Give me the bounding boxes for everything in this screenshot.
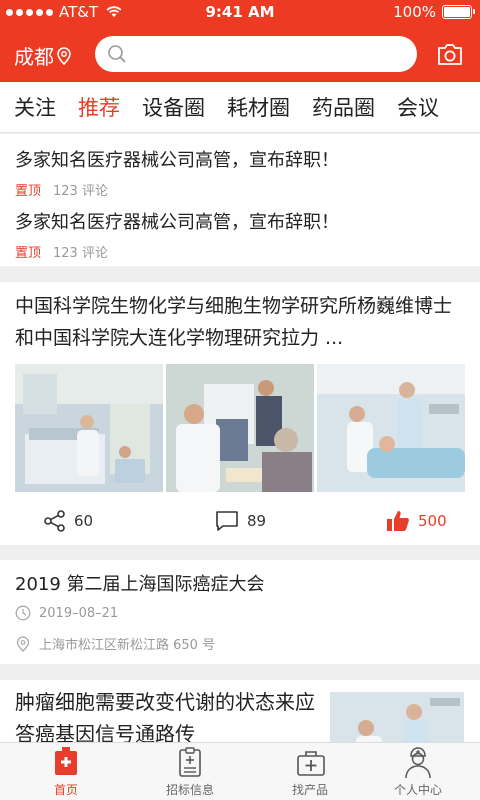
clipboard-icon [179,747,201,777]
feature-news-title: 中国科学院生物化学与细胞生物学研究所杨巍维博士和中国科学院大连化学物理研究拉力 … [15,295,453,349]
search-input[interactable] [135,42,405,66]
nav-label: 招标信息 [165,783,214,797]
nav-label: 首页 [53,783,78,797]
news-title: 多家知名医疗器械公司高管，宣布辞职！ [15,150,339,171]
search-icon [108,45,126,63]
home-icon [55,747,77,775]
comment-button[interactable]: 89 [215,510,266,532]
location-pin-icon [16,635,30,652]
battery-percent: 100% [393,3,436,21]
city-label: 成都 [14,45,54,69]
category-tabs: 关注 推荐 设备圈 耗材圈 药品圈 会议 [0,82,480,133]
thumbs-up-icon [387,511,409,531]
tab-drugs[interactable]: 药品圈 [312,92,375,122]
share-count: 60 [74,512,94,530]
feature-actions: 60 89 500 [0,510,480,538]
status-bar: AT&T 9:41 AM 100% [0,0,480,24]
tab-equipment[interactable]: 设备圈 [142,92,205,122]
tab-recommend[interactable]: 推荐 [78,92,120,122]
share-icon [44,510,65,532]
news-title: 多家知名医疗器械公司高管，宣布辞职！ [15,212,339,233]
comment-count: 89 [247,512,267,530]
nav-label: 个人中心 [393,783,442,797]
news-photo[interactable] [15,364,163,492]
tab-follow[interactable]: 关注 [14,92,56,122]
comment-count: 123 评论 [53,246,108,261]
like-button[interactable]: 500 [386,510,447,532]
tab-consumables[interactable]: 耗材圈 [227,92,290,122]
header: AT&T 9:41 AM 100% 成都 [0,0,480,82]
event-title: 2019 第二届上海国际癌症大会 [15,574,265,595]
nav-label: 找产品 [291,783,328,797]
pinned-badge: 置顶 [15,184,42,199]
article-card[interactable]: 肿瘤细胞需要改变代谢的状态来应答癌基因信号通路传 [0,680,480,742]
medkit-icon [297,751,325,776]
event-date: 2019–08–21 [39,605,119,621]
user-icon [405,747,431,779]
article-title: 肿瘤细胞需要改变代谢的状态来应答癌基因信号通路传 [15,690,315,742]
pinned-news-item[interactable]: 多家知名医疗器械公司高管，宣布辞职！ 置顶 123 评论 [15,208,339,261]
photo-gallery [15,364,465,492]
like-count: 500 [418,512,447,530]
comment-count: 123 评论 [53,184,108,199]
pinned-badge: 置顶 [15,246,42,261]
event-card[interactable]: 2019 第二届上海国际癌症大会 2019–08–21 上海市松江区新松江路 6… [0,560,480,664]
nav-home[interactable]: 首页 [6,743,126,800]
article-thumbnail [330,692,464,742]
city-selector[interactable]: 成都 [14,41,71,70]
tab-conference[interactable]: 会议 [397,92,439,122]
feature-news-card[interactable]: 中国科学院生物化学与细胞生物学研究所杨巍维博士和中国科学院大连化学物理研究拉力 … [0,282,480,545]
pinned-news-item[interactable]: 多家知名医疗器械公司高管，宣布辞职！ 置顶 123 评论 [15,146,339,199]
comment-icon [216,511,238,531]
search-bar[interactable] [95,36,417,72]
bottom-nav: 首页 招标信息 找产品 个人中心 [0,742,480,800]
camera-icon[interactable] [436,41,464,67]
nav-products[interactable]: 找产品 [250,743,370,800]
location-pin-icon [57,46,71,65]
nav-tenders[interactable]: 招标信息 [130,743,250,800]
news-photo[interactable] [166,364,314,492]
news-photo[interactable] [317,364,465,492]
nav-profile[interactable]: 个人中心 [358,743,478,800]
clock-icon [15,605,31,621]
share-button[interactable]: 60 [44,510,93,532]
battery-icon [442,5,475,19]
pinned-news-section: 多家知名医疗器械公司高管，宣布辞职！ 置顶 123 评论 多家知名医疗器械公司高… [0,134,480,266]
event-location: 上海市松江区新松江路 650 号 [39,638,216,653]
